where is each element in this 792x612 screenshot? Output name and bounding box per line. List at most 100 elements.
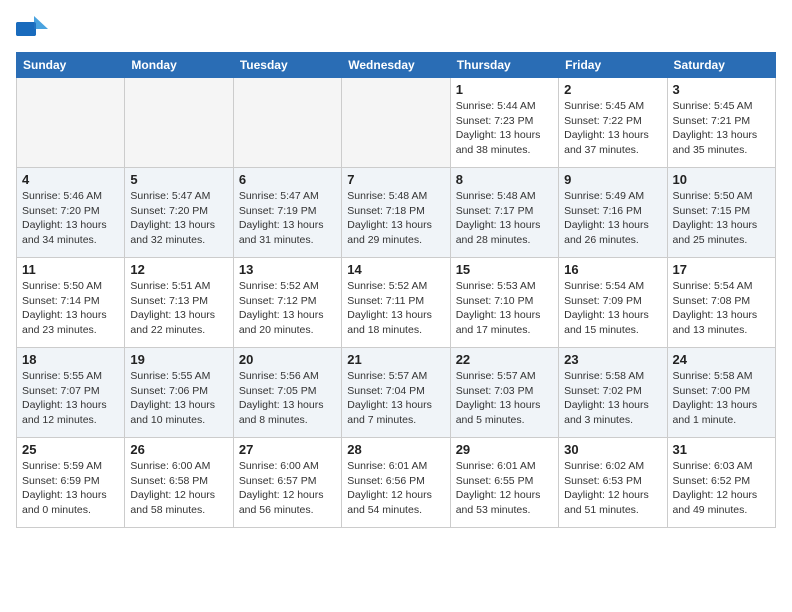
day-number: 7 (347, 172, 444, 187)
calendar-cell: 5 Sunrise: 5:47 AM Sunset: 7:20 PM Daylig… (125, 168, 233, 258)
day-number: 24 (673, 352, 770, 367)
day-number: 17 (673, 262, 770, 277)
weekday-header-friday: Friday (559, 53, 667, 78)
day-number: 10 (673, 172, 770, 187)
calendar-cell: 16Sunrise: 5:54 AM Sunset: 7:09 PM Dayli… (559, 258, 667, 348)
weekday-header-wednesday: Wednesday (342, 53, 450, 78)
calendar-cell (233, 78, 341, 168)
day-detail: Sunrise: 5:58 AM Sunset: 7:02 PM Dayligh… (564, 369, 661, 428)
day-detail: Sunrise: 5:57 AM Sunset: 7:04 PM Dayligh… (347, 369, 444, 428)
calendar-cell (17, 78, 125, 168)
day-detail: Sunrise: 5:51 AM Sunset: 7:13 PM Dayligh… (130, 279, 227, 338)
day-detail: Sunrise: 5:44 AM Sunset: 7:23 PM Dayligh… (456, 99, 553, 158)
calendar-cell: 7 Sunrise: 5:48 AM Sunset: 7:18 PM Daylig… (342, 168, 450, 258)
day-detail: Sunrise: 6:00 AM Sunset: 6:57 PM Dayligh… (239, 459, 336, 518)
day-detail: Sunrise: 5:57 AM Sunset: 7:03 PM Dayligh… (456, 369, 553, 428)
day-number: 12 (130, 262, 227, 277)
weekday-header-thursday: Thursday (450, 53, 558, 78)
calendar-cell: 20 Sunrise: 5:56 AM Sunset: 7:05 PM Dayli… (233, 348, 341, 438)
weekday-header-sunday: Sunday (17, 53, 125, 78)
calendar-cell: 26Sunrise: 6:00 AM Sunset: 6:58 PM Dayli… (125, 438, 233, 528)
day-number: 13 (239, 262, 336, 277)
day-number: 19 (130, 352, 227, 367)
calendar-cell: 2 Sunrise: 5:45 AM Sunset: 7:22 PM Daylig… (559, 78, 667, 168)
day-number: 6 (239, 172, 336, 187)
day-number: 5 (130, 172, 227, 187)
day-detail: Sunrise: 6:00 AM Sunset: 6:58 PM Dayligh… (130, 459, 227, 518)
day-number: 1 (456, 82, 553, 97)
calendar-cell (342, 78, 450, 168)
day-detail: Sunrise: 5:50 AM Sunset: 7:15 PM Dayligh… (673, 189, 770, 248)
day-detail: Sunrise: 5:58 AM Sunset: 7:00 PM Dayligh… (673, 369, 770, 428)
calendar-cell: 8 Sunrise: 5:48 AM Sunset: 7:17 PM Daylig… (450, 168, 558, 258)
calendar-cell: 24 Sunrise: 5:58 AM Sunset: 7:00 PM Dayli… (667, 348, 775, 438)
day-number: 31 (673, 442, 770, 457)
day-detail: Sunrise: 5:47 AM Sunset: 7:20 PM Dayligh… (130, 189, 227, 248)
day-detail: Sunrise: 5:48 AM Sunset: 7:18 PM Dayligh… (347, 189, 444, 248)
calendar-cell: 29Sunrise: 6:01 AM Sunset: 6:55 PM Dayli… (450, 438, 558, 528)
day-detail: Sunrise: 5:49 AM Sunset: 7:16 PM Dayligh… (564, 189, 661, 248)
week-row-4: 18Sunrise: 5:55 AM Sunset: 7:07 PM Dayli… (17, 348, 776, 438)
day-detail: Sunrise: 5:56 AM Sunset: 7:05 PM Dayligh… (239, 369, 336, 428)
day-number: 21 (347, 352, 444, 367)
calendar-cell: 22 Sunrise: 5:57 AM Sunset: 7:03 PM Dayli… (450, 348, 558, 438)
calendar-table: SundayMondayTuesdayWednesdayThursdayFrid… (16, 52, 776, 528)
day-number: 14 (347, 262, 444, 277)
calendar-cell: 27 Sunrise: 6:00 AM Sunset: 6:57 PM Dayli… (233, 438, 341, 528)
day-detail: Sunrise: 5:46 AM Sunset: 7:20 PM Dayligh… (22, 189, 119, 248)
day-number: 2 (564, 82, 661, 97)
day-number: 8 (456, 172, 553, 187)
day-detail: Sunrise: 5:52 AM Sunset: 7:12 PM Dayligh… (239, 279, 336, 338)
day-detail: Sunrise: 6:01 AM Sunset: 6:56 PM Dayligh… (347, 459, 444, 518)
day-detail: Sunrise: 5:50 AM Sunset: 7:14 PM Dayligh… (22, 279, 119, 338)
calendar-cell: 31 Sunrise: 6:03 AM Sunset: 6:52 PM Dayli… (667, 438, 775, 528)
day-detail: Sunrise: 6:02 AM Sunset: 6:53 PM Dayligh… (564, 459, 661, 518)
day-detail: Sunrise: 5:54 AM Sunset: 7:09 PM Dayligh… (564, 279, 661, 338)
day-detail: Sunrise: 6:03 AM Sunset: 6:52 PM Dayligh… (673, 459, 770, 518)
calendar-cell: 13 Sunrise: 5:52 AM Sunset: 7:12 PM Dayli… (233, 258, 341, 348)
calendar-cell: 1 Sunrise: 5:44 AM Sunset: 7:23 PM Daylig… (450, 78, 558, 168)
calendar-cell: 17Sunrise: 5:54 AM Sunset: 7:08 PM Dayli… (667, 258, 775, 348)
weekday-header-monday: Monday (125, 53, 233, 78)
logo-icon (16, 16, 48, 42)
calendar-cell: 3 Sunrise: 5:45 AM Sunset: 7:21 PM Daylig… (667, 78, 775, 168)
calendar-cell: 11 Sunrise: 5:50 AM Sunset: 7:14 PM Dayli… (17, 258, 125, 348)
day-detail: Sunrise: 5:55 AM Sunset: 7:07 PM Dayligh… (22, 369, 119, 428)
page-header (16, 16, 776, 42)
weekday-header-saturday: Saturday (667, 53, 775, 78)
calendar-cell: 21 Sunrise: 5:57 AM Sunset: 7:04 PM Dayli… (342, 348, 450, 438)
calendar-header-row: SundayMondayTuesdayWednesdayThursdayFrid… (17, 53, 776, 78)
day-number: 29 (456, 442, 553, 457)
weekday-header-tuesday: Tuesday (233, 53, 341, 78)
calendar-cell (125, 78, 233, 168)
day-number: 11 (22, 262, 119, 277)
calendar-cell: 12 Sunrise: 5:51 AM Sunset: 7:13 PM Dayli… (125, 258, 233, 348)
calendar-cell: 19Sunrise: 5:55 AM Sunset: 7:06 PM Dayli… (125, 348, 233, 438)
week-row-3: 11 Sunrise: 5:50 AM Sunset: 7:14 PM Dayli… (17, 258, 776, 348)
day-number: 28 (347, 442, 444, 457)
week-row-5: 25Sunrise: 5:59 AM Sunset: 6:59 PM Dayli… (17, 438, 776, 528)
day-number: 30 (564, 442, 661, 457)
day-number: 3 (673, 82, 770, 97)
day-detail: Sunrise: 5:53 AM Sunset: 7:10 PM Dayligh… (456, 279, 553, 338)
day-detail: Sunrise: 5:48 AM Sunset: 7:17 PM Dayligh… (456, 189, 553, 248)
day-detail: Sunrise: 5:45 AM Sunset: 7:22 PM Dayligh… (564, 99, 661, 158)
day-number: 22 (456, 352, 553, 367)
logo (16, 16, 50, 42)
calendar-cell: 28 Sunrise: 6:01 AM Sunset: 6:56 PM Dayli… (342, 438, 450, 528)
week-row-2: 4 Sunrise: 5:46 AM Sunset: 7:20 PM Daylig… (17, 168, 776, 258)
day-detail: Sunrise: 5:52 AM Sunset: 7:11 PM Dayligh… (347, 279, 444, 338)
calendar-cell: 10 Sunrise: 5:50 AM Sunset: 7:15 PM Dayli… (667, 168, 775, 258)
day-number: 20 (239, 352, 336, 367)
calendar-cell: 9 Sunrise: 5:49 AM Sunset: 7:16 PM Daylig… (559, 168, 667, 258)
calendar-cell: 14 Sunrise: 5:52 AM Sunset: 7:11 PM Dayli… (342, 258, 450, 348)
day-number: 9 (564, 172, 661, 187)
calendar-cell: 30 Sunrise: 6:02 AM Sunset: 6:53 PM Dayli… (559, 438, 667, 528)
week-row-1: 1 Sunrise: 5:44 AM Sunset: 7:23 PM Daylig… (17, 78, 776, 168)
day-detail: Sunrise: 5:45 AM Sunset: 7:21 PM Dayligh… (673, 99, 770, 158)
day-number: 4 (22, 172, 119, 187)
calendar-cell: 25Sunrise: 5:59 AM Sunset: 6:59 PM Dayli… (17, 438, 125, 528)
day-number: 23 (564, 352, 661, 367)
day-number: 27 (239, 442, 336, 457)
calendar-cell: 6Sunrise: 5:47 AM Sunset: 7:19 PM Daylig… (233, 168, 341, 258)
